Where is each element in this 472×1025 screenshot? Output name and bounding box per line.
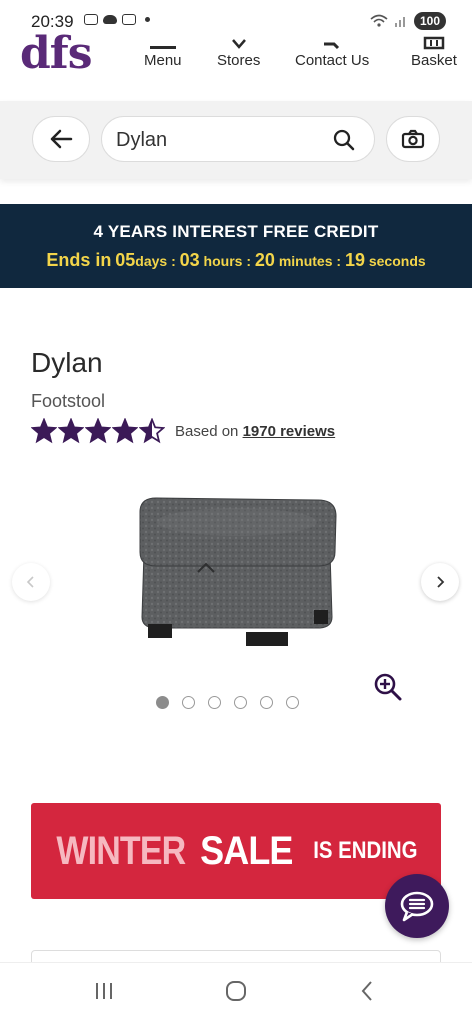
dfs-logo[interactable]: dfs	[20, 32, 92, 76]
countdown-days-label: days :	[135, 253, 176, 269]
nav-stores-label: Stores	[217, 52, 261, 69]
rating-summary: Based on 1970 reviews	[175, 423, 335, 440]
carousel-prev-button[interactable]	[12, 563, 50, 601]
wifi-icon	[370, 14, 388, 27]
star-rating	[31, 418, 165, 444]
cloud-icon	[103, 15, 117, 24]
product-image[interactable]	[132, 482, 342, 652]
finance-promo-banner[interactable]: 4 YEARS INTEREST FREE CREDIT Ends in 05d…	[0, 204, 472, 288]
chat-button[interactable]	[385, 874, 449, 938]
carousel-dots	[156, 696, 299, 709]
notification-icons	[84, 14, 150, 25]
android-navigation-bar	[0, 962, 472, 1025]
search-bar	[0, 101, 472, 179]
back-button[interactable]	[32, 116, 90, 162]
chevron-left-icon	[26, 576, 34, 588]
nav-stores[interactable]: Stores	[217, 30, 260, 69]
star-full-icon	[58, 418, 84, 444]
battery-indicator: 100	[413, 12, 446, 30]
chevron-right-icon	[437, 576, 445, 588]
wallet-icon	[122, 14, 136, 25]
recent-apps-icon[interactable]	[92, 979, 116, 1003]
promo-countdown: Ends in 05days : 03 hours : 20 minutes :…	[0, 250, 472, 271]
sale-word-sale: SALE	[200, 828, 293, 873]
search-icon[interactable]	[332, 128, 356, 152]
nav-contact-label: Contact Us	[295, 52, 370, 69]
product-subtitle: Footstool	[31, 391, 106, 411]
carousel-dot[interactable]	[156, 696, 169, 709]
countdown-hours: 03	[179, 250, 200, 270]
search-input[interactable]	[114, 127, 328, 153]
star-full-icon	[112, 418, 138, 444]
carousel-dot[interactable]	[286, 696, 299, 709]
reviews-link[interactable]: 1970 reviews	[243, 423, 336, 440]
carousel-next-button[interactable]	[421, 563, 459, 601]
carousel-dot[interactable]	[234, 696, 247, 709]
screenshot-icon	[84, 14, 98, 25]
product-title: Dylan	[31, 347, 103, 378]
nav-contact[interactable]: Contact Us	[295, 30, 369, 69]
countdown-minutes-label: minutes :	[278, 253, 342, 269]
rating-prefix: Based on	[175, 422, 239, 440]
carousel-dot[interactable]	[260, 696, 273, 709]
chat-icon	[400, 891, 434, 922]
product-gallery	[0, 470, 472, 730]
zoom-in-icon[interactable]	[373, 672, 403, 702]
visual-search-button[interactable]	[386, 116, 440, 162]
basket-icon	[411, 30, 457, 50]
nav-menu[interactable]: Menu	[144, 30, 182, 69]
nav-menu-label: Menu	[144, 52, 182, 69]
countdown-hours-label: hours :	[203, 253, 251, 269]
nav-basket-label: Basket	[411, 52, 457, 69]
star-half-icon	[139, 418, 165, 444]
home-icon[interactable]	[224, 979, 248, 1003]
phone-icon	[295, 30, 369, 50]
back-nav-icon[interactable]	[356, 979, 380, 1003]
star-full-icon	[31, 418, 57, 444]
countdown-seconds: 19	[344, 250, 365, 270]
carousel-dot[interactable]	[182, 696, 195, 709]
carousel-dot[interactable]	[208, 696, 221, 709]
camera-icon	[401, 129, 425, 149]
product-rating: Based on 1970 reviews	[31, 418, 335, 444]
nav-basket[interactable]: Basket	[411, 30, 457, 69]
sale-word-ending: IS ENDING	[313, 837, 418, 864]
promo-title: 4 YEARS INTEREST FREE CREDIT	[93, 222, 379, 241]
winter-sale-banner[interactable]: WINTER SALE IS ENDING	[31, 803, 441, 899]
sale-word-winter: WINTER	[56, 828, 187, 873]
countdown-seconds-label: seconds	[368, 253, 426, 269]
chevron-down-icon	[217, 30, 260, 50]
site-header: dfs Menu Stores Contact Us Basket	[0, 30, 472, 102]
system-icons: 100	[370, 12, 446, 30]
menu-icon	[144, 30, 182, 50]
countdown-prefix: Ends in	[46, 250, 112, 270]
star-full-icon	[85, 418, 111, 444]
search-box[interactable]	[101, 116, 375, 162]
countdown-days: 05	[115, 250, 136, 270]
arrow-left-icon	[50, 129, 73, 149]
dot-icon	[145, 17, 150, 22]
countdown-minutes: 20	[254, 250, 275, 270]
signal-icon	[394, 17, 405, 27]
